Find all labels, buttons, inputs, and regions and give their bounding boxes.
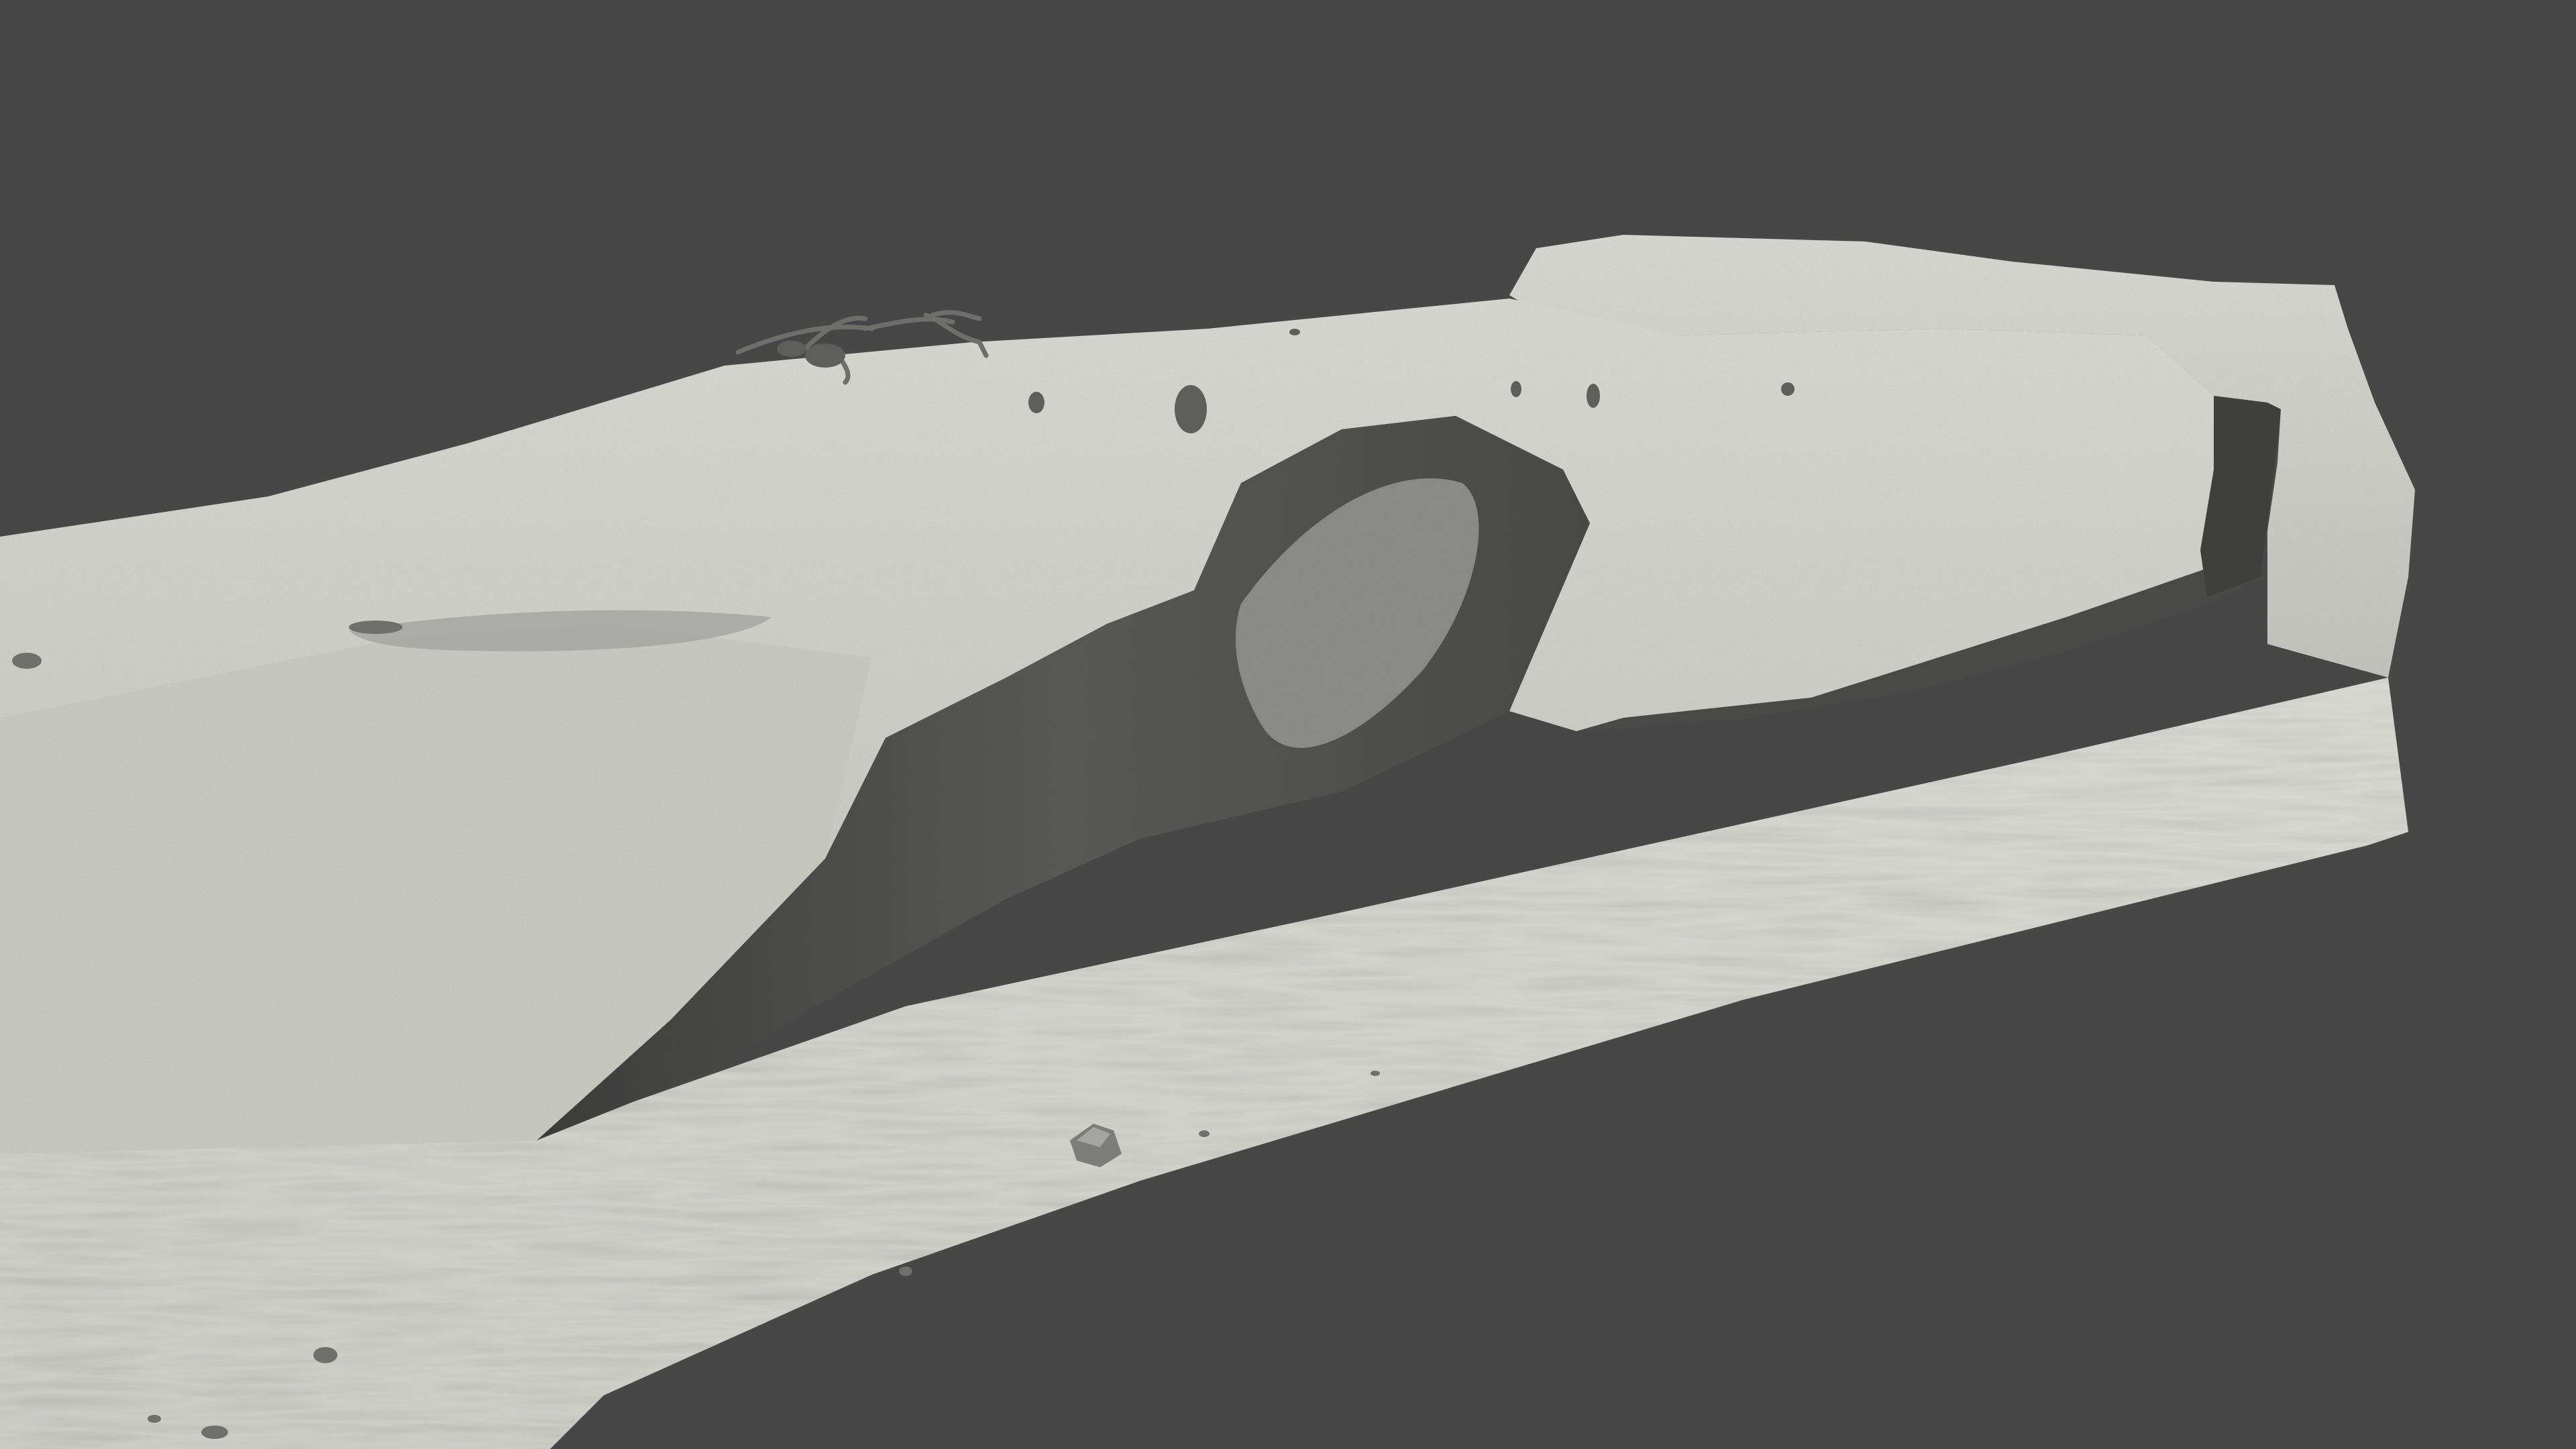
3d-viewport[interactable]: [0, 0, 2576, 1449]
terrain-render: [0, 235, 2415, 1449]
